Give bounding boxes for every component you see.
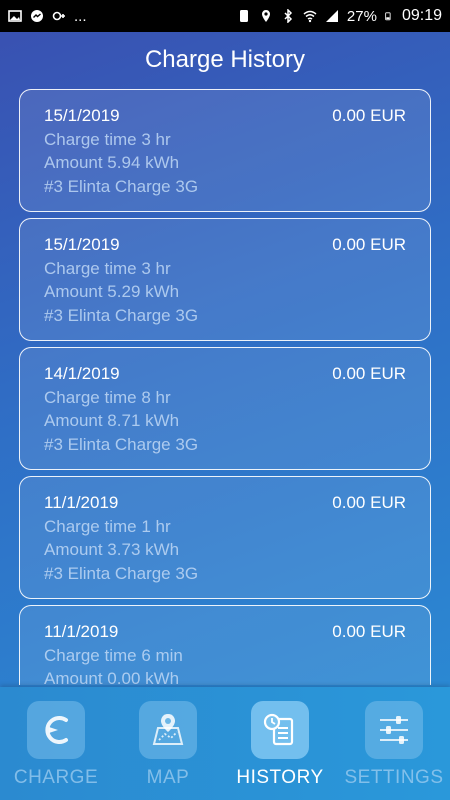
status-bar: ... 27% 09:19 [0,0,450,32]
charge-station: #3 Elinta Charge 3G [44,434,199,454]
map-icon [139,701,197,759]
charge-amount: Amount 5.94 kWh [44,153,180,172]
nav-map[interactable]: MAP [112,687,224,800]
nav-label-settings: SETTINGS [344,767,444,788]
bottom-nav: CHARGE MAP HISTORY SETTINGS [0,687,450,800]
nav-label-charge: CHARGE [13,767,99,788]
history-icon [251,701,309,759]
battery-icon [385,12,391,21]
charge-price: 0.00 EUR [332,364,406,383]
charge-price: 0.00 EUR [332,106,406,125]
charge-history-list[interactable]: 15/1/2019 0.00 EUR Charge time 3 hr Amou… [19,89,431,685]
charge-amount: Amount 0.00 kWh [44,669,180,685]
signal-icon [325,10,338,22]
charge-date: 11/1/2019 [44,493,119,512]
settings-icon [365,701,423,759]
charge-date: 15/1/2019 [44,235,120,254]
charge-time: Charge time 3 hr [44,129,171,149]
bluetooth-icon [284,9,292,23]
status-time: 09:19 [401,7,442,24]
charge-amount: Amount 8.71 kWh [44,411,180,430]
charge-station: #3 Elinta Charge 3G [44,305,199,325]
charge-time: Charge time 3 hr [44,258,171,278]
nav-charge[interactable]: CHARGE [0,687,112,800]
charge-price: 0.00 EUR [332,235,406,254]
charge-amount: Amount 3.73 kWh [44,540,180,559]
status-left: ... [8,8,87,25]
status-right: 27% 09:19 [237,7,442,25]
messenger-icon [31,10,43,22]
sim-icon [239,10,248,22]
location-icon [261,10,270,22]
history-card[interactable]: 11/1/2019 0.00 EUR Charge time 1 hr Amou… [19,476,431,599]
charge-station: #3 Elinta Charge 3G [44,176,199,196]
history-card[interactable]: 11/1/2019 0.00 EUR Charge time 6 min Amo… [19,605,431,685]
battery-percent: 27% [346,7,377,25]
history-card[interactable]: 14/1/2019 0.00 EUR Charge time 8 hr Amou… [19,347,431,470]
page-title: Charge History [144,46,306,73]
charge-time: Charge time 1 hr [44,516,171,536]
nav-label-history: HISTORY [236,767,324,788]
image-icon [8,10,22,22]
status-more: ... [74,7,87,25]
charge-date: 15/1/2019 [44,106,120,125]
wifi-icon [303,10,317,23]
history-card[interactable]: 15/1/2019 0.00 EUR Charge time 3 hr Amou… [19,89,431,212]
charge-price: 0.00 EUR [332,493,406,512]
nav-settings[interactable]: SETTINGS [338,687,450,800]
charge-icon [27,701,85,759]
link-icon [52,11,65,21]
charge-time: Charge time 6 min [44,645,183,665]
history-card[interactable]: 15/1/2019 0.00 EUR Charge time 3 hr Amou… [19,218,431,341]
charge-price: 0.00 EUR [332,622,406,641]
nav-history[interactable]: HISTORY [224,687,336,800]
charge-amount: Amount 5.29 kWh [44,282,180,301]
charge-date: 11/1/2019 [44,622,119,641]
nav-label-map: MAP [146,767,190,788]
charge-time: Charge time 8 hr [44,387,171,407]
charge-date: 14/1/2019 [44,364,120,383]
charge-station: #3 Elinta Charge 3G [44,563,199,583]
